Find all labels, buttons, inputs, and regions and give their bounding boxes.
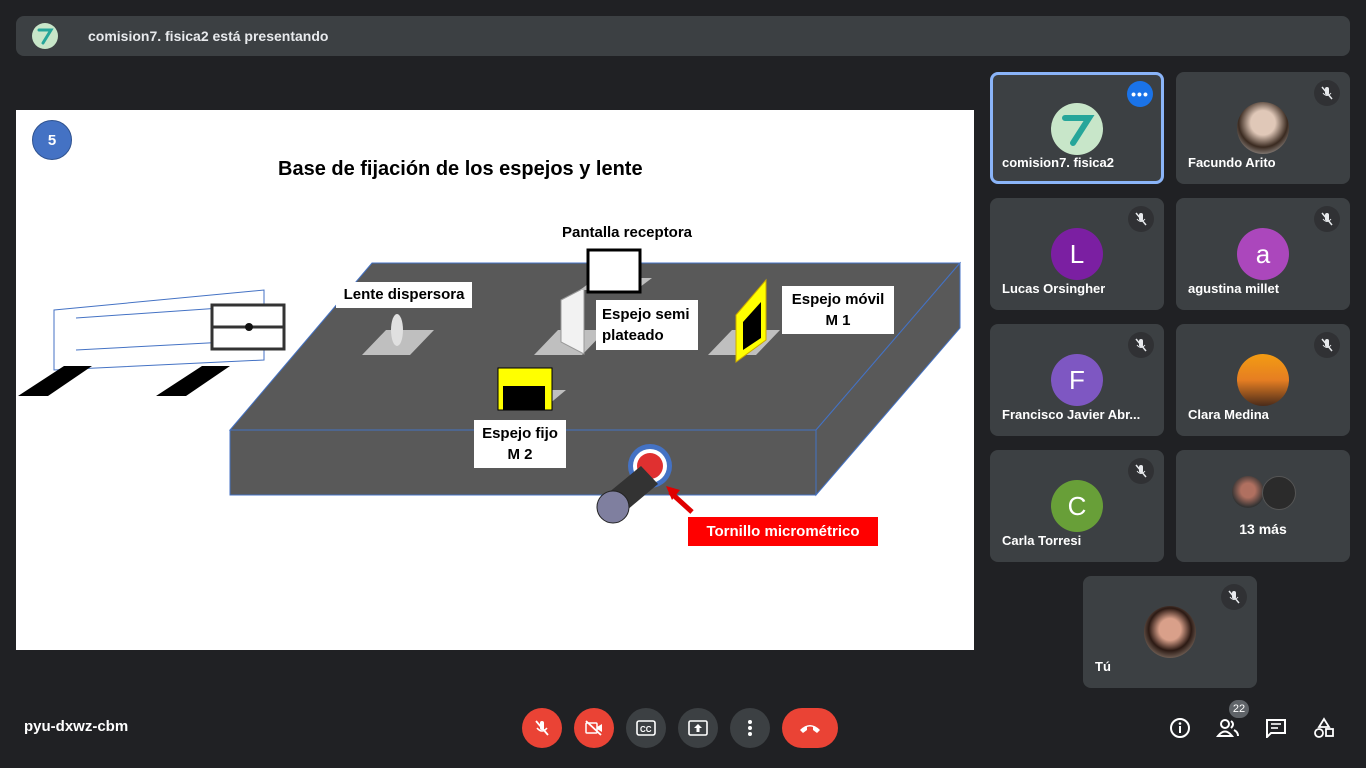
participant-name: Clara Medina: [1188, 407, 1269, 422]
shared-slide: 5 Base de fijación de los espejos y lent…: [16, 110, 974, 650]
present-screen-icon: [688, 720, 708, 736]
logo-7-icon: [1062, 115, 1095, 146]
avatar-photo: [1144, 606, 1196, 658]
activities-button[interactable]: [1308, 712, 1340, 744]
participant-tile[interactable]: C Carla Torresi: [990, 450, 1164, 562]
label-espejo-movil-line1: Espejo móvil: [791, 291, 885, 308]
avatar-photo: [1237, 354, 1289, 406]
meeting-code: pyu-dxwz-cbm: [24, 718, 129, 735]
meet-window: comision7. fisica2 está presentando 5 Ba…: [0, 0, 1366, 768]
participant-name: Facundo Arito: [1188, 155, 1276, 170]
label-espejo-fijo: Espejo fijo M 2: [474, 420, 566, 468]
mic-off-icon: [1128, 206, 1154, 232]
participant-name: agustina millet: [1188, 281, 1280, 296]
more-participants-label: 13 más: [1239, 521, 1287, 537]
camera-toggle-button[interactable]: [574, 708, 614, 748]
mic-off-icon: [1221, 584, 1247, 610]
more-options-button[interactable]: [730, 708, 770, 748]
mic-off-icon: [1128, 332, 1154, 358]
label-espejo-semi-line1: Espejo semi: [602, 306, 690, 323]
slide-title: Base de fijación de los espejos y lente: [278, 158, 643, 180]
chat-icon: [1266, 719, 1286, 738]
avatar: F: [1051, 354, 1103, 406]
avatar: [1051, 103, 1103, 155]
self-tile[interactable]: Tú: [1083, 576, 1257, 688]
avatar-photo: [1232, 476, 1264, 508]
label-espejo-movil-line2: M 1: [825, 312, 851, 329]
label-espejo-fijo-line1: Espejo fijo: [482, 425, 558, 442]
more-vert-icon: [748, 720, 752, 736]
label-espejo-fijo-line2: M 2: [507, 446, 533, 463]
present-screen-button[interactable]: [678, 708, 718, 748]
mic-toggle-button[interactable]: [522, 708, 562, 748]
participant-name: Francisco Javier Abr...: [1002, 407, 1141, 422]
captions-icon: CC: [636, 720, 656, 736]
label-espejo-movil: Espejo móvil M 1: [782, 286, 894, 334]
more-participants-tile[interactable]: 13 más: [1176, 450, 1350, 562]
interferometer-diagram: [18, 248, 962, 524]
mic-off-icon: [1314, 206, 1340, 232]
mic-off-icon: [1314, 332, 1340, 358]
presenter-avatar: [32, 23, 58, 49]
more-options-icon[interactable]: •••: [1127, 81, 1153, 107]
participant-name: comision7. fisica2: [1002, 155, 1114, 170]
avatar-photo: [1237, 102, 1289, 154]
participant-tile[interactable]: ••• comision7. fisica2: [990, 72, 1164, 184]
label-espejo-semi-line2: plateado: [602, 327, 664, 344]
participant-name: Carla Torresi: [1002, 533, 1082, 548]
participant-name: Lucas Orsingher: [1002, 281, 1106, 296]
people-icon: [1216, 719, 1239, 737]
participant-name: Tú: [1095, 659, 1111, 674]
mic-off-icon: [1128, 458, 1154, 484]
end-call-button[interactable]: [782, 708, 838, 748]
captions-button[interactable]: CC: [626, 708, 666, 748]
label-espejo-semi: Espejo semi plateado: [596, 300, 698, 350]
participant-tile[interactable]: F Francisco Javier Abr...: [990, 324, 1164, 436]
avatar: L: [1051, 228, 1103, 280]
participant-tile[interactable]: L Lucas Orsingher: [990, 198, 1164, 310]
label-lente-dispersora: Lente dispersora: [336, 282, 472, 308]
mic-off-icon: [535, 720, 549, 736]
chat-button[interactable]: [1260, 712, 1292, 744]
activities-icon: [1314, 717, 1334, 738]
slide-number-badge: 5: [32, 120, 72, 160]
mic-off-icon: [1314, 80, 1340, 106]
participant-tile[interactable]: a agustina millet: [1176, 198, 1350, 310]
presenting-banner: comision7. fisica2 está presentando: [16, 16, 1350, 56]
end-call-icon: [800, 725, 820, 733]
participant-tile[interactable]: Facundo Arito: [1176, 72, 1350, 184]
camera-off-icon: [585, 720, 602, 736]
participant-tile[interactable]: Clara Medina: [1176, 324, 1350, 436]
info-icon: [1170, 718, 1190, 738]
label-tornillo-micrometrico: Tornillo micrométrico: [688, 517, 878, 546]
svg-text:CC: CC: [640, 725, 652, 734]
avatar: a: [1237, 228, 1289, 280]
avatar: C: [1051, 480, 1103, 532]
participant-count-badge: 22: [1229, 700, 1249, 718]
meeting-details-button[interactable]: [1164, 712, 1196, 744]
presenting-text: comision7. fisica2 está presentando: [88, 28, 329, 44]
label-pantalla-receptora: Pantalla receptora: [554, 222, 700, 243]
avatar-photo: [1262, 476, 1296, 510]
